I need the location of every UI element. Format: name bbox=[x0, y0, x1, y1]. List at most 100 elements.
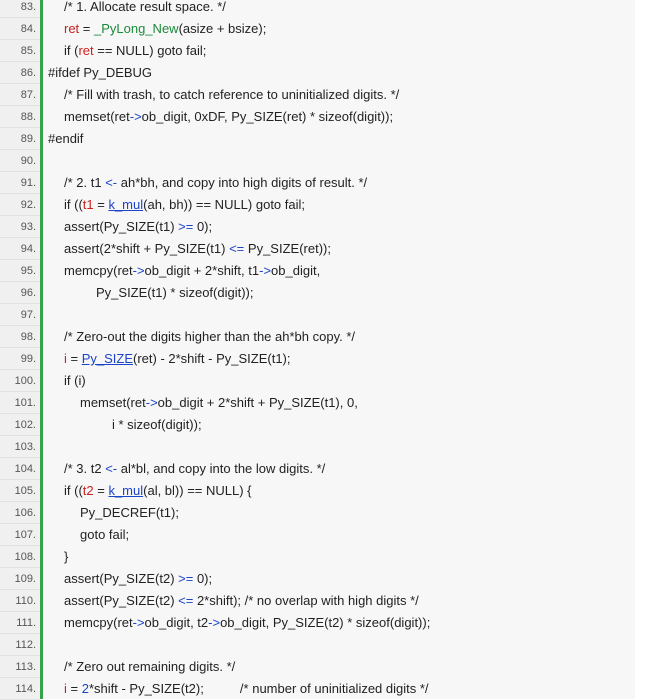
symbol-link[interactable]: k_mul bbox=[108, 197, 143, 212]
code-line: 99. i = Py_SIZE(ret) - 2*shift - Py_SIZE(… bbox=[0, 348, 672, 370]
code-text: assert(Py_SIZE(t2) <= 2*shift); /* no ov… bbox=[64, 590, 419, 612]
line-number: 86. bbox=[20, 67, 36, 79]
code-token: if (( bbox=[64, 197, 83, 212]
code-token: <- bbox=[105, 175, 118, 190]
code-token: = bbox=[93, 197, 109, 212]
code-text: if (i) bbox=[64, 370, 86, 392]
code-token: >= bbox=[178, 571, 194, 586]
code-text: if ((t2 = k_mul(al, bl)) == NULL) { bbox=[64, 480, 252, 502]
line-number: 91. bbox=[20, 177, 36, 189]
code-token: assert(Py_SIZE(t2) bbox=[64, 593, 179, 608]
code-token: ah*bh, and copy into high digits of resu… bbox=[117, 175, 368, 190]
code-line: 84. ret = _PyLong_New(asize + bsize); bbox=[0, 18, 672, 40]
line-number: 90. bbox=[20, 155, 36, 167]
code-line: 109. assert(Py_SIZE(t2) >= 0); bbox=[0, 568, 672, 590]
code-line: 92. if ((t1 = k_mul(ah, bh)) == NULL) got… bbox=[0, 194, 672, 216]
line-number: 103. bbox=[14, 441, 36, 453]
code-text: assert(2*shift + Py_SIZE(t1) <= Py_SIZE(… bbox=[64, 238, 331, 260]
code-line: 93. assert(Py_SIZE(t1) >= 0); bbox=[0, 216, 672, 238]
code-token: /* Zero-out the digits higher than the a… bbox=[64, 329, 355, 344]
line-number: 98. bbox=[20, 331, 36, 343]
code-lines: 83. /* 1. Allocate result space. */ 84. ret… bbox=[0, 0, 672, 700]
code-line: 94. assert(2*shift + Py_SIZE(t1) <= Py_SI… bbox=[0, 238, 672, 260]
line-number: 94. bbox=[20, 243, 36, 255]
code-token: if (( bbox=[64, 483, 83, 498]
code-text: memcpy(ret->ob_digit, t2->ob_digit, Py_S… bbox=[64, 612, 430, 634]
code-token: (asize + bsize); bbox=[178, 21, 267, 36]
code-text: memset(ret->ob_digit, 0xDF, Py_SIZE(ret)… bbox=[64, 106, 393, 128]
code-token: (al, bl)) == NULL) { bbox=[143, 483, 252, 498]
code-token: Py_SIZE(t1) * sizeof(digit)); bbox=[96, 285, 254, 300]
code-token: <- bbox=[105, 461, 118, 476]
line-number: 96. bbox=[20, 287, 36, 299]
code-line: 103. bbox=[0, 436, 672, 458]
code-token: -> bbox=[129, 109, 142, 124]
line-number: 93. bbox=[20, 221, 36, 233]
symbol-link[interactable]: Py_SIZE bbox=[82, 351, 133, 366]
code-text: assert(Py_SIZE(t1) >= 0); bbox=[64, 216, 212, 238]
code-token: 0); bbox=[193, 219, 213, 234]
code-viewer: 83. /* 1. Allocate result space. */ 84. ret… bbox=[0, 0, 672, 700]
code-line: 100. if (i) bbox=[0, 370, 672, 392]
code-line: 85. if (ret == NULL) goto fail; bbox=[0, 40, 672, 62]
code-token: memset(ret bbox=[80, 395, 146, 410]
code-text: /* 1. Allocate result space. */ bbox=[64, 0, 226, 18]
code-token: 0); bbox=[193, 571, 213, 586]
code-line: 89. #endif bbox=[0, 128, 672, 150]
line-number: 87. bbox=[20, 89, 36, 101]
code-text: memset(ret->ob_digit + 2*shift + Py_SIZE… bbox=[80, 392, 358, 414]
code-line: 112. bbox=[0, 634, 672, 656]
code-text: #endif bbox=[48, 128, 83, 150]
code-token: /* 2. t1 bbox=[64, 175, 106, 190]
line-number: 107. bbox=[14, 529, 36, 541]
line-number: 105. bbox=[14, 485, 36, 497]
code-line: 102. i * sizeof(digit)); bbox=[0, 414, 672, 436]
code-text: i * sizeof(digit)); bbox=[112, 414, 202, 436]
code-token: /* Fill with trash, to catch reference t… bbox=[64, 87, 400, 102]
line-number: 95. bbox=[20, 265, 36, 277]
code-line: 105. if ((t2 = k_mul(al, bl)) == NULL) { bbox=[0, 480, 672, 502]
line-number: 89. bbox=[20, 133, 36, 145]
code-line: 95. memcpy(ret->ob_digit + 2*shift, t1->o… bbox=[0, 260, 672, 282]
code-token: t1 bbox=[82, 197, 94, 212]
code-token: goto fail; bbox=[80, 527, 130, 542]
code-text: /* 3. t2 <- al*bl, and copy into the low… bbox=[64, 458, 325, 480]
code-token: ob_digit, bbox=[271, 263, 321, 278]
line-number: 83. bbox=[20, 1, 36, 13]
code-token: } bbox=[64, 549, 69, 564]
code-token: == NULL) goto fail; bbox=[93, 43, 207, 58]
code-line: 113. /* Zero out remaining digits. */ bbox=[0, 656, 672, 678]
code-line: 104. /* 3. t2 <- al*bl, and copy into the… bbox=[0, 458, 672, 480]
code-token: -> bbox=[132, 615, 145, 630]
code-token: al*bl, and copy into the low digits. */ bbox=[117, 461, 326, 476]
code-token: = bbox=[66, 681, 82, 696]
code-text: goto fail; bbox=[80, 524, 129, 546]
code-token: (ret) - 2*shift - Py_SIZE(t1); bbox=[133, 351, 291, 366]
code-token: ob_digit, Py_SIZE(t2) * sizeof(digit)); bbox=[220, 615, 431, 630]
code-token: 2*shift); /* no overlap with high digits… bbox=[193, 593, 419, 608]
line-number: 101. bbox=[14, 397, 36, 409]
code-token: /* 1. Allocate result space. */ bbox=[64, 0, 226, 14]
code-token: -> bbox=[145, 395, 158, 410]
code-token: = bbox=[66, 351, 82, 366]
code-line: 83. /* 1. Allocate result space. */ bbox=[0, 0, 672, 18]
line-number: 108. bbox=[14, 551, 36, 563]
line-number: 99. bbox=[20, 353, 36, 365]
symbol-link[interactable]: k_mul bbox=[108, 483, 143, 498]
line-number: 111. bbox=[16, 617, 36, 629]
code-token: /* Zero out remaining digits. */ bbox=[64, 659, 236, 674]
line-number: 109. bbox=[14, 573, 36, 585]
code-text: } bbox=[64, 546, 68, 568]
code-line: 101. memset(ret->ob_digit + 2*shift + Py_… bbox=[0, 392, 672, 414]
line-number: 114. bbox=[15, 683, 36, 695]
code-line: 110. assert(Py_SIZE(t2) <= 2*shift); /* n… bbox=[0, 590, 672, 612]
code-text: memcpy(ret->ob_digit + 2*shift, t1->ob_d… bbox=[64, 260, 320, 282]
code-token: ret bbox=[64, 21, 80, 36]
code-token: assert(2*shift + Py_SIZE(t1) bbox=[64, 241, 230, 256]
line-number: 104. bbox=[14, 463, 36, 475]
code-token: ret bbox=[78, 43, 94, 58]
code-text: if (ret == NULL) goto fail; bbox=[64, 40, 206, 62]
code-token: #ifdef Py_DEBUG bbox=[48, 65, 153, 80]
code-line: 86. #ifdef Py_DEBUG bbox=[0, 62, 672, 84]
code-text: i = Py_SIZE(ret) - 2*shift - Py_SIZE(t1)… bbox=[64, 348, 291, 370]
